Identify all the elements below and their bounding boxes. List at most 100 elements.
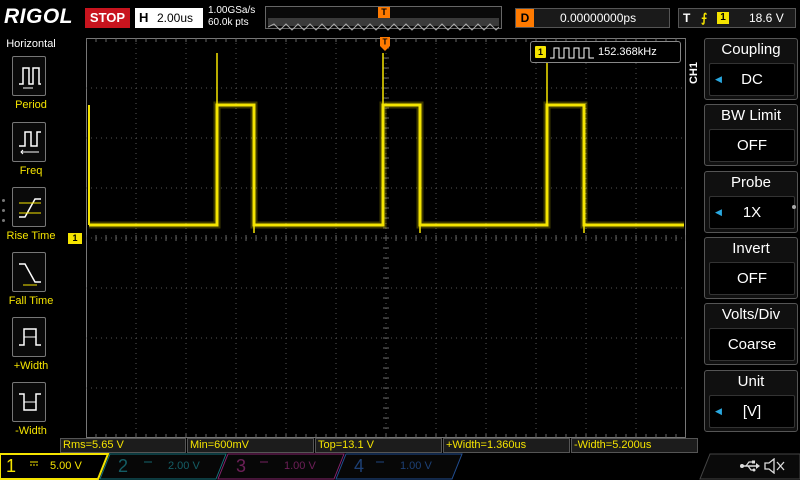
memory-overview[interactable]: T: [265, 6, 502, 31]
coupling-softkey[interactable]: Coupling ◀ DC: [704, 38, 798, 100]
grid-dot: [321, 187, 322, 189]
grid-dot: [271, 337, 272, 339]
grid-dot: [531, 387, 532, 389]
grid-dot: [136, 337, 137, 339]
unit-softkey[interactable]: Unit ◀ [V]: [704, 370, 798, 432]
grid-dot: [185, 303, 187, 304]
acquisition-info: 1.00GSa/s 60.0k pts: [208, 5, 255, 29]
grid-dot: [301, 137, 302, 139]
grid-dot: [191, 187, 192, 189]
measure-freq-button[interactable]: [12, 122, 46, 162]
measurement-pos-width[interactable]: +Width=1.360us: [443, 438, 570, 453]
measure-neg-width-button[interactable]: [12, 382, 46, 422]
grid-dot: [135, 253, 137, 254]
trigger-position-marker[interactable]: T: [380, 37, 390, 51]
grid-dot: [111, 237, 112, 239]
grid-dot: [591, 87, 592, 89]
frequency-counter[interactable]: 1 152.368kHz: [530, 41, 681, 63]
trigger-indicator[interactable]: T ⨍ 1 18.6 V: [678, 8, 796, 28]
grid-dot: [181, 387, 182, 389]
ch3-selector[interactable]: 3 1.00 V: [230, 453, 336, 480]
grid-dot: [531, 137, 532, 139]
waveform-display[interactable]: [86, 38, 686, 438]
grid-dot: [641, 287, 642, 289]
grid-dot: [91, 87, 92, 89]
grid-dot: [211, 287, 212, 289]
grid-dot: [631, 137, 632, 139]
volts-div-softkey[interactable]: Volts/Div Coarse: [704, 303, 798, 365]
grid-dot: [376, 137, 377, 139]
grid-dot: [485, 163, 487, 164]
measure-rise-time-button[interactable]: [12, 187, 46, 227]
grid-dot: [671, 87, 672, 89]
measurement-top[interactable]: Top=13.1 V: [315, 438, 442, 453]
measure-period-button[interactable]: [12, 56, 46, 96]
grid-dot: [435, 43, 437, 44]
grid-dot: [606, 387, 607, 389]
grid-dot: [335, 298, 337, 299]
grid-dot: [285, 428, 287, 429]
measure-fall-time-button[interactable]: [12, 252, 46, 292]
grid-dot: [346, 387, 347, 389]
ch2-selector[interactable]: 2 2.00 V: [112, 453, 218, 480]
grid-dot: [235, 73, 237, 74]
grid-dot: [135, 333, 137, 334]
grid-dot: [626, 87, 627, 89]
measurement-min[interactable]: Min=600mV: [187, 438, 314, 453]
bw-limit-softkey[interactable]: BW Limit OFF: [704, 104, 798, 166]
probe-softkey[interactable]: Probe ◀ 1X: [704, 171, 798, 233]
grid-dot: [396, 137, 397, 139]
grid-dot: [246, 87, 247, 89]
grid-dot: [286, 187, 287, 189]
grid-dot: [576, 287, 577, 289]
measurement-rms[interactable]: Rms=5.65 V: [60, 438, 186, 453]
grid-dot: [285, 343, 287, 344]
grid-dot: [506, 137, 507, 139]
grid-dot: [391, 387, 392, 389]
grid-dot: [251, 337, 252, 339]
probe-title: Probe: [730, 174, 772, 191]
invert-softkey[interactable]: Invert OFF: [704, 237, 798, 299]
grid-dot: [635, 233, 637, 234]
grid-dot: [235, 133, 237, 134]
grid-dot: [396, 387, 397, 389]
coupling-title: Coupling: [721, 41, 781, 58]
timebase-indicator[interactable]: H 2.00us: [135, 8, 203, 28]
grid-dot: [421, 237, 422, 239]
grid-dot: [376, 187, 377, 189]
grid-dot: [411, 87, 412, 89]
grid-dot: [285, 283, 287, 284]
grid-dot: [501, 237, 502, 239]
grid-dot: [216, 287, 217, 289]
grid-dot: [236, 87, 237, 89]
grid-dot: [335, 263, 337, 264]
speaker-muted-icon[interactable]: [764, 458, 786, 474]
ch4-selector[interactable]: 4 1.00 V: [348, 453, 454, 480]
grid-dot: [491, 287, 492, 289]
delay-indicator[interactable]: D 0.00000000ps: [515, 8, 670, 28]
grid-dot: [635, 158, 637, 159]
grid-dot: [186, 137, 187, 139]
grid-dot: [635, 178, 637, 179]
ch1-selector[interactable]: 1 5.00 V: [0, 453, 100, 480]
grid-dot: [176, 187, 177, 189]
grid-dot: [541, 337, 542, 339]
grid-dot: [485, 83, 487, 84]
measure-pos-width-button[interactable]: [12, 317, 46, 357]
grid-dot: [635, 403, 637, 404]
grid-dot: [676, 287, 677, 289]
grid-dot: [241, 137, 242, 139]
grid-dot: [235, 323, 237, 324]
grid-dot: [335, 413, 337, 414]
grid-dot: [561, 137, 562, 139]
grid-dot: [606, 337, 607, 339]
ch1-ground-marker[interactable]: 1: [68, 233, 82, 244]
menu-page-dot: [792, 205, 798, 209]
measurement-neg-width[interactable]: -Width=5.200us: [571, 438, 698, 453]
grid-dot: [661, 137, 662, 139]
grid-dot: [256, 387, 257, 389]
grid-dot: [185, 358, 187, 359]
grid-dot: [385, 403, 387, 404]
grid-dot: [435, 278, 437, 279]
run-stop-indicator[interactable]: STOP: [85, 8, 130, 28]
